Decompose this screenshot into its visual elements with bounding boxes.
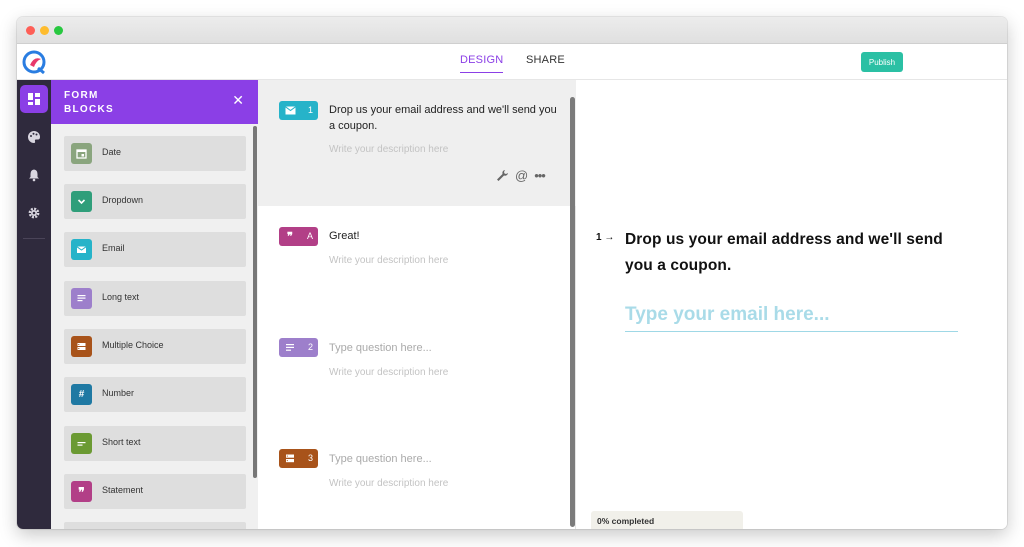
envelope-icon <box>71 239 92 260</box>
question-description[interactable]: Write your description here <box>329 144 448 155</box>
block-item-statement[interactable]: ❞ Statement <box>64 474 246 509</box>
close-icon[interactable]: ✕ <box>232 93 244 107</box>
hash-icon: # <box>71 384 92 405</box>
block-item-label: Dropdown <box>102 195 144 205</box>
list-icon <box>71 336 92 357</box>
question-title[interactable]: Type question here... <box>329 451 559 467</box>
form-blocks-header: FORM BLOCKS ✕ <box>51 80 258 124</box>
rail-settings-button[interactable] <box>20 199 48 227</box>
list-icon <box>283 452 297 465</box>
gear-icon <box>28 207 40 219</box>
question-description[interactable]: Write your description here <box>329 367 448 378</box>
bell-icon <box>29 169 39 182</box>
tab-share[interactable]: SHARE <box>526 54 565 72</box>
block-item-number[interactable]: # Number <box>64 377 246 412</box>
question-badge: 3 <box>279 449 318 468</box>
paragraph-icon <box>71 288 92 309</box>
close-window-button[interactable] <box>26 26 35 35</box>
paragraph-icon <box>283 341 297 354</box>
app-window: DESIGN SHARE Publish FORM BLOCKS ✕ Date … <box>17 17 1007 529</box>
chevron-down-icon <box>71 191 92 212</box>
block-item-date[interactable]: Date <box>64 136 246 171</box>
rail-divider <box>23 238 45 239</box>
block-item-label: Number <box>102 388 135 398</box>
block-item-multiple-choice[interactable]: Multiple Choice <box>64 329 246 364</box>
question-number: 2 <box>307 342 313 352</box>
questions-panel: 1 Drop us your email address and we'll s… <box>258 80 576 529</box>
block-item-label: Multiple Choice <box>102 340 164 350</box>
mention-icon[interactable]: @ <box>515 168 528 183</box>
progress-label: 0% completed <box>597 516 655 526</box>
question-card-active[interactable] <box>258 80 576 206</box>
form-blocks-panel: FORM BLOCKS ✕ Date Dropdown Email Long t… <box>51 80 258 529</box>
palette-icon <box>28 131 40 143</box>
question-number: 3 <box>307 453 313 463</box>
question-title[interactable]: Drop us your email address and we'll sen… <box>329 102 559 134</box>
email-field[interactable] <box>625 298 958 332</box>
block-item-label: Date <box>102 147 122 157</box>
questions-scrollbar[interactable] <box>570 97 575 527</box>
block-item-label: Statement <box>102 485 144 495</box>
short-text-icon <box>71 433 92 454</box>
wrench-icon[interactable] <box>496 169 509 182</box>
question-title[interactable]: Type question here... <box>329 340 559 356</box>
question-number: A <box>306 231 313 241</box>
rail-notifications-button[interactable] <box>20 161 48 189</box>
minimize-window-button[interactable] <box>40 26 49 35</box>
block-item-short-text[interactable]: Short text <box>64 426 246 461</box>
blocks-scrollbar[interactable] <box>253 126 257 478</box>
logo-icon <box>22 50 46 74</box>
publish-button[interactable]: Publish <box>861 52 903 72</box>
rail-blocks-button[interactable] <box>20 85 48 113</box>
envelope-icon <box>283 104 297 117</box>
block-item-label: Long text <box>102 292 140 302</box>
block-item-email[interactable]: Email <box>64 232 246 267</box>
title-bar <box>17 17 1007 44</box>
rail-buttons <box>17 80 51 529</box>
question-badge: 1 <box>279 101 318 120</box>
more-icon[interactable]: ••• <box>534 168 546 183</box>
quote-icon: ❞ <box>71 481 92 502</box>
form-blocks-title-line1: FORM <box>64 90 99 101</box>
block-item-long-text[interactable]: Long text <box>64 281 246 316</box>
block-item-partial[interactable] <box>64 522 246 529</box>
form-blocks-title: FORM BLOCKS <box>64 89 134 117</box>
progress-indicator: 0% completed <box>591 511 743 529</box>
block-item-label: Email <box>102 243 125 253</box>
top-bar: DESIGN SHARE Publish <box>51 44 1007 80</box>
preview-number-text: 1 <box>596 232 602 243</box>
block-item-label: Short text <box>102 437 141 447</box>
question-badge: ❞ A <box>279 227 318 246</box>
question-toolbar: @ ••• <box>496 168 546 183</box>
quote-icon: ❞ <box>287 230 293 243</box>
question-description[interactable]: Write your description here <box>329 255 448 266</box>
form-preview: 1 → Drop us your email address and we'll… <box>577 80 1007 529</box>
preview-question-title: Drop us your email address and we'll sen… <box>625 231 943 274</box>
form-blocks-title-line2: BLOCKS <box>64 104 115 115</box>
preview-question-number: 1 → <box>596 232 614 243</box>
blocks-icon <box>28 93 40 105</box>
zoom-window-button[interactable] <box>54 26 63 35</box>
rail-theme-button[interactable] <box>20 123 48 151</box>
arrow-right-icon: → <box>604 232 615 243</box>
app-logo[interactable] <box>17 44 51 80</box>
question-description[interactable]: Write your description here <box>329 478 448 489</box>
block-item-dropdown[interactable]: Dropdown <box>64 184 246 219</box>
question-number: 1 <box>307 105 313 115</box>
tab-design[interactable]: DESIGN <box>460 54 504 73</box>
calendar-icon <box>71 143 92 164</box>
question-title[interactable]: Great! <box>329 228 559 244</box>
question-badge: 2 <box>279 338 318 357</box>
